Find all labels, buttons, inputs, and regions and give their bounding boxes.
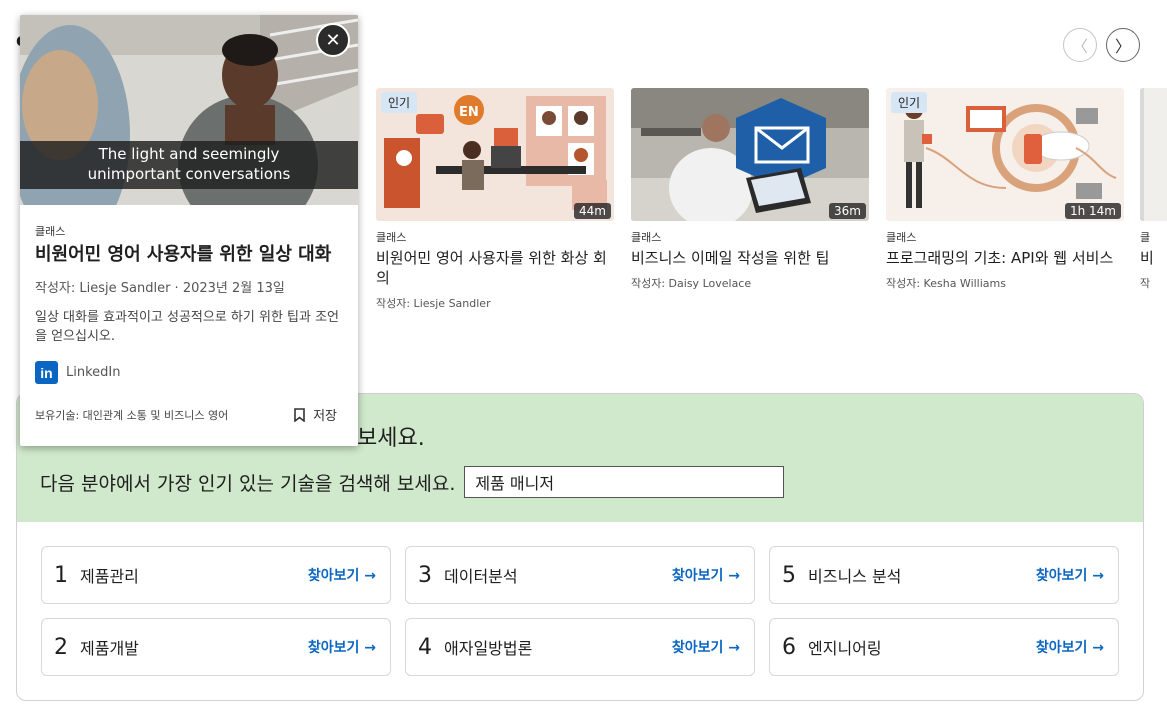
skill-item[interactable]: 5 비즈니스 분석 찾아보기 → <box>769 546 1119 604</box>
search-label: 다음 분야에서 가장 인기 있는 기술을 검색해 보세요. <box>40 472 456 495</box>
skill-item[interactable]: 2 제품개발 찾아보기 → <box>41 618 391 676</box>
skill-name: 비즈니스 분석 <box>808 567 902 586</box>
course-preview-popup[interactable]: The light and seemingly unimportant conv… <box>20 15 358 446</box>
caption-line: The light and seemingly <box>98 145 280 163</box>
panel-heading: 보세요. <box>357 426 425 451</box>
chevron-left-icon: 〈 <box>1071 37 1088 56</box>
skill-search-input[interactable] <box>464 466 785 498</box>
duration-badge: 44m <box>574 203 611 219</box>
course-author: 작 <box>1140 277 1151 290</box>
svg-text:EN: EN <box>459 105 479 120</box>
course-thumbnail[interactable]: EN 인기 44m <box>376 88 614 221</box>
skills-search-row: 다음 분야에서 가장 인기 있는 기술을 검색해 보세요. <box>40 466 785 498</box>
course-title[interactable]: 비즈니스 이메일 작성을 위한 팁 <box>631 248 869 268</box>
course-author: 작성자: Kesha Williams <box>886 277 1006 290</box>
skills-text: 보유기술: 대인관계 소통 및 비즈니스 영어 <box>35 408 229 422</box>
duration-badge: 1h 14m <box>1064 203 1121 219</box>
content-type: 클래스 <box>631 231 662 244</box>
save-label: 저장 <box>313 409 337 424</box>
explore-link[interactable]: 찾아보기 → <box>1036 565 1104 585</box>
course-thumbnail[interactable] <box>1140 88 1167 221</box>
popular-badge: 인기 <box>891 92 928 113</box>
skill-name: 엔지니어링 <box>808 639 882 658</box>
explore-link[interactable]: 찾아보기 → <box>1036 637 1104 657</box>
duration-badge: 36m <box>829 203 866 219</box>
close-icon: ✕ <box>325 29 341 51</box>
save-button[interactable]: 저장 <box>294 405 337 424</box>
skill-name: 제품개발 <box>80 639 139 658</box>
course-card[interactable]: 인기 1h 14m 클래스 프로그래밍의 기초: API와 웹 서비스 작성자:… <box>886 88 1124 291</box>
skill-name: 제품관리 <box>80 567 139 586</box>
course-card[interactable]: 36m 클래스 비즈니스 이메일 작성을 위한 팁 작성자: Daisy Lov… <box>631 88 869 291</box>
close-button[interactable]: ✕ <box>316 23 350 57</box>
skill-item[interactable]: 4 애자일방법론 찾아보기 → <box>405 618 755 676</box>
popup-title[interactable]: 비원어민 영어 사용자를 위한 일상 대화 <box>35 243 343 267</box>
course-thumbnail[interactable]: 인기 1h 14m <box>886 88 1124 221</box>
provider-name: LinkedIn <box>66 365 121 380</box>
bookmark-icon <box>294 407 305 422</box>
preview-video[interactable]: The light and seemingly unimportant conv… <box>20 15 358 245</box>
course-title[interactable]: 프로그래밍의 기초: API와 웹 서비스 <box>886 248 1124 268</box>
course-author: 작성자: Daisy Lovelace <box>631 277 752 290</box>
content-type: 클래스 <box>376 231 407 244</box>
skill-rank: 2 <box>54 634 68 660</box>
course-author: 작성자: Liesje Sandler <box>376 297 491 310</box>
course-thumbnail[interactable]: 36m <box>631 88 869 221</box>
content-type: 클래스 <box>35 225 66 238</box>
video-caption: The light and seemingly unimportant conv… <box>20 141 358 189</box>
popup-details: 클래스 비원어민 영어 사용자를 위한 일상 대화 작성자: Liesje Sa… <box>20 205 358 384</box>
explore-link[interactable]: 찾아보기 → <box>672 637 740 657</box>
author-and-date: 작성자: Liesje Sandler · 2023년 2월 13일 <box>35 281 285 296</box>
popular-badge: 인기 <box>381 92 418 113</box>
course-card[interactable]: 클 비 작 <box>1140 88 1167 291</box>
carousel-next-button[interactable]: 〉 <box>1106 28 1140 62</box>
course-description: 일상 대화를 효과적이고 성공적으로 하기 위한 팁과 조언을 얻으십시오. <box>35 310 340 344</box>
provider: in LinkedIn <box>35 361 343 384</box>
popup-footer: 보유기술: 대인관계 소통 및 비즈니스 영어 저장 <box>35 405 345 424</box>
content-type: 클 <box>1140 231 1151 244</box>
explore-link[interactable]: 찾아보기 → <box>672 565 740 585</box>
skill-name: 애자일방법론 <box>444 639 533 658</box>
skill-name: 데이터분석 <box>444 567 518 586</box>
caption-line: unimportant conversations <box>87 165 291 183</box>
course-title[interactable]: 비원어민 영어 사용자를 위한 화상 회의 <box>376 248 614 288</box>
skill-rank: 1 <box>54 562 68 588</box>
linkedin-icon: in <box>35 361 58 384</box>
skill-rank: 3 <box>418 562 432 588</box>
skill-rank: 4 <box>418 634 432 660</box>
content-type: 클래스 <box>886 231 917 244</box>
carousel-prev-button[interactable]: 〈 <box>1063 28 1097 62</box>
chevron-right-icon: 〉 <box>1114 37 1131 56</box>
explore-link[interactable]: 찾아보기 → <box>308 565 376 585</box>
course-card[interactable]: EN 인기 44m 클래스 비원어민 영어 사용자를 위한 화상 회의 작성자:… <box>376 88 614 311</box>
course-title[interactable]: 비 <box>1140 248 1167 268</box>
explore-link[interactable]: 찾아보기 → <box>308 637 376 657</box>
skill-rank: 5 <box>782 562 796 588</box>
skill-item[interactable]: 6 엔지니어링 찾아보기 → <box>769 618 1119 676</box>
skill-item[interactable]: 3 데이터분석 찾아보기 → <box>405 546 755 604</box>
skill-item[interactable]: 1 제품관리 찾아보기 → <box>41 546 391 604</box>
skill-rank: 6 <box>782 634 796 660</box>
